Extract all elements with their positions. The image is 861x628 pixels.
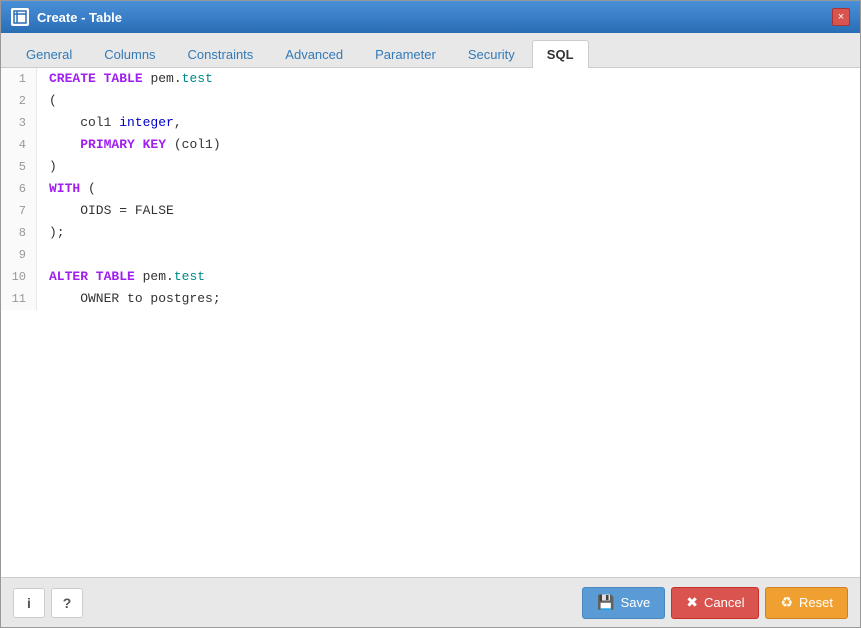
reset-icon: ♻	[780, 594, 793, 611]
tab-sql[interactable]: SQL	[532, 40, 589, 68]
code-line-6: 6 WITH (	[1, 178, 860, 200]
close-button[interactable]: ×	[832, 8, 850, 26]
title-bar-left: Create - Table	[11, 8, 122, 26]
tab-constraints[interactable]: Constraints	[173, 40, 269, 68]
code-line-3: 3 col1 integer,	[1, 112, 860, 134]
code-line-8: 8 );	[1, 222, 860, 244]
content-area: 1 CREATE TABLE pem.test 2 ( 3 col1 integ…	[1, 68, 860, 577]
save-button[interactable]: 💾 Save	[582, 587, 665, 619]
info-button[interactable]: i	[13, 588, 45, 618]
reset-button[interactable]: ♻ Reset	[765, 587, 848, 619]
title-bar: Create - Table ×	[1, 1, 860, 33]
code-line-5: 5 )	[1, 156, 860, 178]
code-line-7: 7 OIDS = FALSE	[1, 200, 860, 222]
cancel-button[interactable]: ✖ Cancel	[671, 587, 759, 619]
code-line-1: 1 CREATE TABLE pem.test	[1, 68, 860, 90]
code-line-9: 9	[1, 244, 860, 266]
code-line-2: 2 (	[1, 90, 860, 112]
save-label: Save	[621, 595, 651, 610]
reset-label: Reset	[799, 595, 833, 610]
tabs-bar: General Columns Constraints Advanced Par…	[1, 33, 860, 68]
code-line-11: 11 OWNER to postgres;	[1, 288, 860, 310]
code-line-10: 10 ALTER TABLE pem.test	[1, 266, 860, 288]
save-icon: 💾	[597, 594, 614, 611]
main-window: Create - Table × General Columns Constra…	[0, 0, 861, 628]
cancel-label: Cancel	[704, 595, 744, 610]
window-icon	[11, 8, 29, 26]
window-title: Create - Table	[37, 10, 122, 25]
tab-security[interactable]: Security	[453, 40, 530, 68]
tab-general[interactable]: General	[11, 40, 87, 68]
help-button[interactable]: ?	[51, 588, 83, 618]
footer-left: i ?	[13, 588, 83, 618]
cancel-icon: ✖	[686, 594, 698, 611]
footer-right: 💾 Save ✖ Cancel ♻ Reset	[582, 587, 848, 619]
footer: i ? 💾 Save ✖ Cancel ♻ Reset	[1, 577, 860, 627]
code-line-4: 4 PRIMARY KEY (col1)	[1, 134, 860, 156]
tab-parameter[interactable]: Parameter	[360, 40, 451, 68]
tab-advanced[interactable]: Advanced	[270, 40, 358, 68]
sql-editor[interactable]: 1 CREATE TABLE pem.test 2 ( 3 col1 integ…	[1, 68, 860, 577]
tab-columns[interactable]: Columns	[89, 40, 170, 68]
